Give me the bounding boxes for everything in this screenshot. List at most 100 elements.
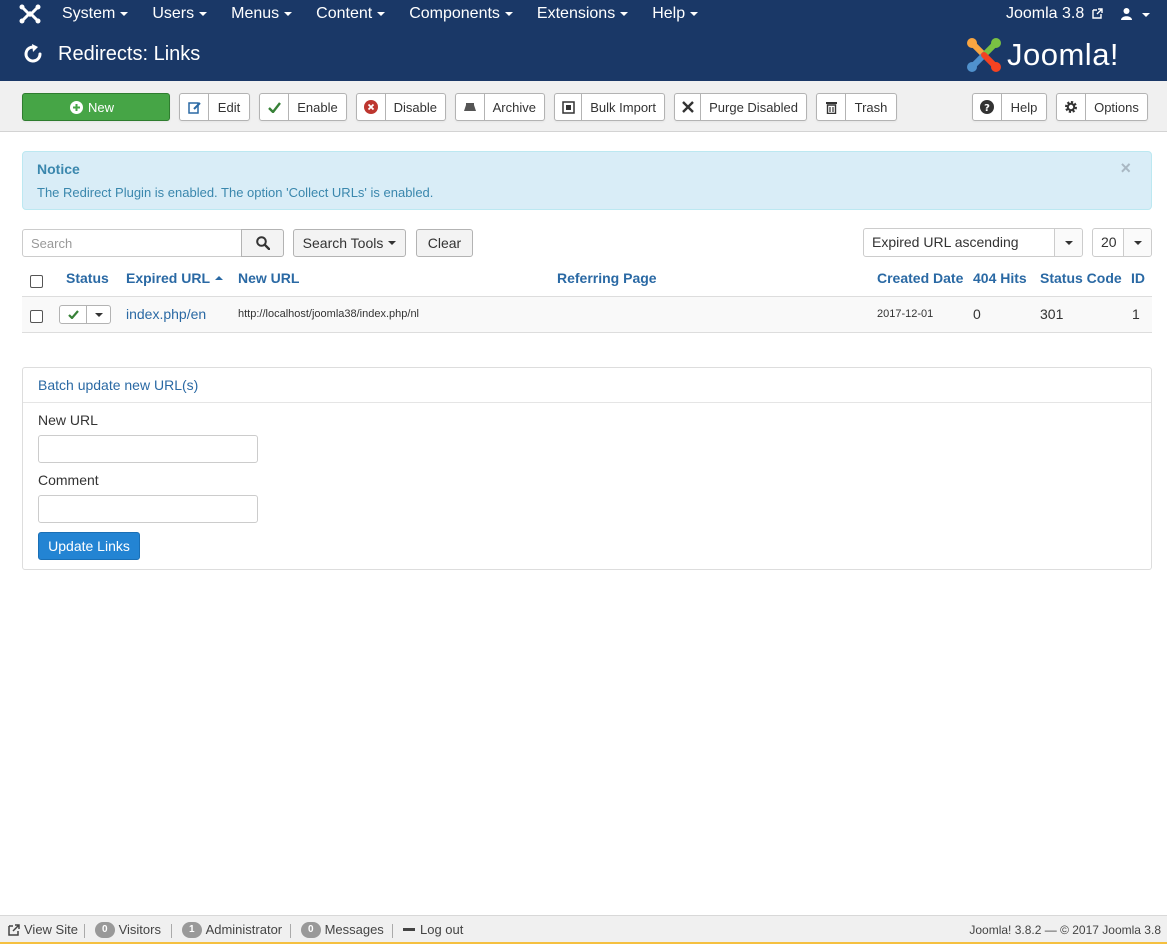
edit-icon [180, 94, 209, 120]
menu-components[interactable]: Components [397, 0, 525, 28]
external-link-icon [1092, 8, 1103, 19]
menu-extensions[interactable]: Extensions [525, 0, 640, 28]
column-created-date[interactable]: Created Date [877, 270, 963, 286]
column-status[interactable]: Status [66, 270, 109, 286]
enable-button[interactable]: Enable [259, 93, 347, 121]
edit-button[interactable]: Edit [179, 93, 250, 121]
column-status-code[interactable]: Status Code [1040, 270, 1122, 286]
column-referring-page[interactable]: Referring Page [557, 270, 657, 286]
comment-label: Comment [38, 472, 99, 488]
caret-down-icon [690, 11, 699, 16]
bulk-import-button[interactable]: Bulk Import [554, 93, 665, 121]
chevron-down-icon [1054, 229, 1082, 256]
site-link[interactable]: Joomla 3.8 [1006, 0, 1103, 27]
status-code-cell: 301 [1040, 306, 1064, 322]
column-new-url[interactable]: New URL [238, 270, 299, 286]
administrators-badge: 1 [182, 922, 202, 938]
select-all-checkbox[interactable] [30, 275, 43, 288]
new-url-field[interactable] [38, 435, 258, 463]
search-icon [255, 236, 270, 250]
caret-down-icon [377, 11, 386, 16]
update-links-button[interactable]: Update Links [38, 532, 140, 560]
caret-down-icon [284, 11, 293, 16]
joomla-logo-icon[interactable] [18, 3, 42, 25]
user-menu[interactable] [1120, 0, 1150, 28]
limit-select[interactable]: 20 [1092, 228, 1152, 257]
messages-badge: 0 [301, 922, 321, 938]
caret-down-icon [388, 241, 397, 245]
svg-text:?: ? [984, 103, 990, 114]
column-expired-url[interactable]: Expired URL [126, 270, 224, 286]
check-icon [260, 94, 289, 120]
comment-field[interactable] [38, 495, 258, 523]
menu-content[interactable]: Content [304, 0, 397, 28]
brand-wordmark: Joomla! [1007, 37, 1120, 72]
logout-link[interactable]: Log out [403, 916, 463, 944]
gear-icon [1057, 94, 1086, 120]
divider [171, 924, 172, 938]
help-button[interactable]: ? Help [972, 93, 1047, 121]
visitors-badge: 0 [95, 922, 115, 938]
bulk-import-icon [555, 94, 583, 120]
caret-down-icon [94, 312, 103, 317]
divider [392, 924, 393, 938]
menu-system[interactable]: System [50, 0, 140, 28]
page-header: Redirects: Links Joomla! [0, 28, 1167, 81]
divider [84, 924, 85, 938]
search-input[interactable] [22, 229, 242, 257]
id-cell: 1 [1132, 306, 1140, 322]
close-icon[interactable]: × [1120, 159, 1131, 177]
expired-url-link[interactable]: index.php/en [126, 306, 206, 322]
toolbar: New Edit Enable Disable Archive Bulk Imp… [0, 81, 1167, 132]
divider [290, 924, 291, 938]
published-check-icon[interactable] [60, 306, 87, 323]
created-date-cell: 2017-12-01 [877, 308, 934, 320]
disable-icon [357, 94, 386, 120]
row-checkbox[interactable] [30, 310, 43, 323]
trash-button[interactable]: Trash [816, 93, 897, 121]
batch-title: Batch update new URL(s) [38, 377, 199, 393]
main-menu: System Users Menus Content Components Ex… [50, 0, 710, 28]
new-url-label: New URL [38, 412, 98, 428]
chevron-down-icon [1123, 229, 1151, 256]
trash-icon [817, 94, 846, 120]
view-site-link[interactable]: View Site [8, 916, 78, 944]
minus-icon [403, 928, 415, 931]
messages-link[interactable]: 0 Messages [301, 916, 384, 944]
external-link-icon [8, 924, 20, 936]
search-tools-button[interactable]: Search Tools [293, 229, 406, 257]
notice-title: Notice [37, 161, 80, 177]
batch-panel-header: Batch update new URL(s) [23, 368, 1151, 403]
clear-button[interactable]: Clear [416, 229, 473, 257]
ordering-select[interactable]: Expired URL ascending [863, 228, 1083, 257]
purge-disabled-button[interactable]: Purge Disabled [674, 93, 807, 121]
page-title: Redirects: Links [58, 43, 201, 65]
archive-button[interactable]: Archive [455, 93, 545, 121]
question-circle-icon: ? [973, 94, 1002, 120]
top-navbar: System Users Menus Content Components Ex… [0, 0, 1167, 28]
options-button[interactable]: Options [1056, 93, 1148, 121]
menu-help[interactable]: Help [640, 0, 710, 28]
disable-button[interactable]: Disable [356, 93, 446, 121]
user-icon [1121, 8, 1132, 20]
caret-down-icon [1141, 12, 1150, 17]
administrators-indicator: 1 Administrator [182, 916, 282, 944]
menu-users[interactable]: Users [140, 0, 219, 28]
new-url-cell: http://localhost/joomla38/index.php/nl [238, 308, 420, 320]
menu-menus[interactable]: Menus [219, 0, 304, 28]
status-toggle-group [59, 305, 111, 324]
plus-circle-icon [69, 100, 83, 114]
status-dropdown-toggle[interactable] [87, 306, 110, 323]
notice-message: The Redirect Plugin is enabled. The opti… [37, 185, 434, 200]
visitors-indicator: 0 Visitors [95, 916, 161, 944]
new-button[interactable]: New [22, 93, 170, 121]
batch-panel: Batch update new URL(s) [22, 367, 1152, 570]
purge-x-icon [675, 94, 702, 120]
joomla-brand: Joomla! [965, 36, 1119, 74]
version-info: Joomla! 3.8.2 — © 2017 Joomla 3.8 [969, 923, 1161, 937]
column-id[interactable]: ID [1131, 270, 1145, 286]
search-button[interactable] [241, 229, 284, 257]
caret-down-icon [199, 11, 208, 16]
column-404-hits[interactable]: 404 Hits [973, 270, 1027, 286]
caret-down-icon [504, 11, 513, 16]
